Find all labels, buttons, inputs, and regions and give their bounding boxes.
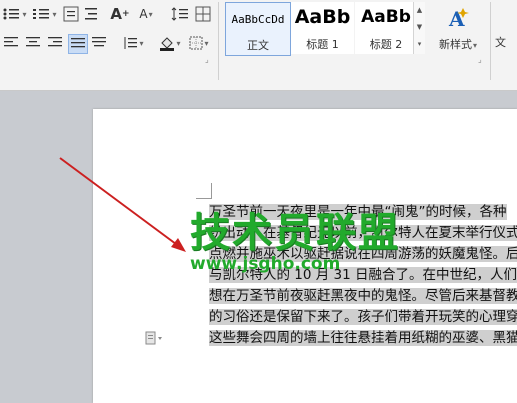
arrow-line	[59, 157, 181, 248]
watermark: 技术员联盟 www.jsgho.com	[190, 210, 400, 274]
arrow-head-icon	[171, 238, 186, 252]
